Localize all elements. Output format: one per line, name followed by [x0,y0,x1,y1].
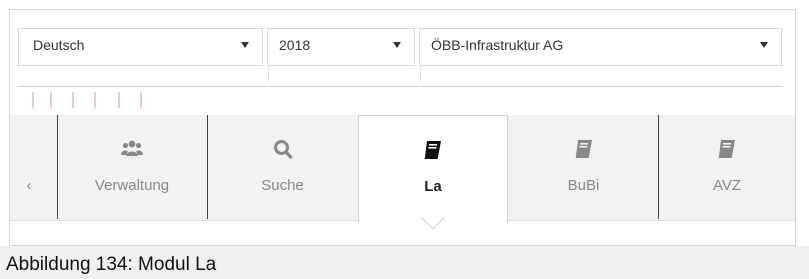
tab-verwaltung[interactable]: Verwaltung [58,115,206,219]
filter-bar: Deutsch 2018 ÖBB-Infrastruktur AG [18,28,782,66]
tab-label: Suche [261,177,304,194]
search-icon [273,140,292,159]
divider [18,86,782,87]
language-select[interactable]: Deutsch [18,28,263,66]
tick-mark [94,92,96,108]
tab-label: BuBi [567,177,600,194]
year-select-value: 2018 [279,37,311,53]
tick-mark [118,92,120,108]
tick-mark [140,92,142,108]
divider [420,66,421,82]
language-select-value: Deutsch [33,37,85,53]
tab-label: AVZ [712,177,742,194]
module-tab-bar: ‹ Verwaltung Suche La BuBi AVZ [10,115,795,230]
divider [268,66,269,82]
tab-previous[interactable]: ‹ [10,115,56,219]
book-icon [718,140,735,158]
tick-mark [32,92,34,108]
company-select-value: ÖBB-Infrastruktur AG [431,37,564,53]
tab-suche[interactable]: Suche [208,115,357,219]
tick-mark [50,92,52,108]
caret-down-icon [393,42,401,48]
figure-caption: Abbildung 134: Modul La [6,254,217,275]
tick-mark [72,92,74,108]
tab-label: La [424,178,442,195]
tab-label: Verwaltung [94,177,170,194]
book-icon [575,140,592,158]
book-icon [424,141,441,159]
caret-down-icon [241,42,249,48]
year-select[interactable]: 2018 [267,28,415,66]
caret-down-icon [760,42,768,48]
chevron-left-icon: ‹ [26,177,32,194]
company-select[interactable]: ÖBB-Infrastruktur AG [419,28,782,66]
tab-avz[interactable]: AVZ [659,115,795,219]
tab-bubi[interactable]: BuBi [509,115,658,219]
tab-la[interactable]: La [358,115,508,230]
users-icon [121,140,143,156]
